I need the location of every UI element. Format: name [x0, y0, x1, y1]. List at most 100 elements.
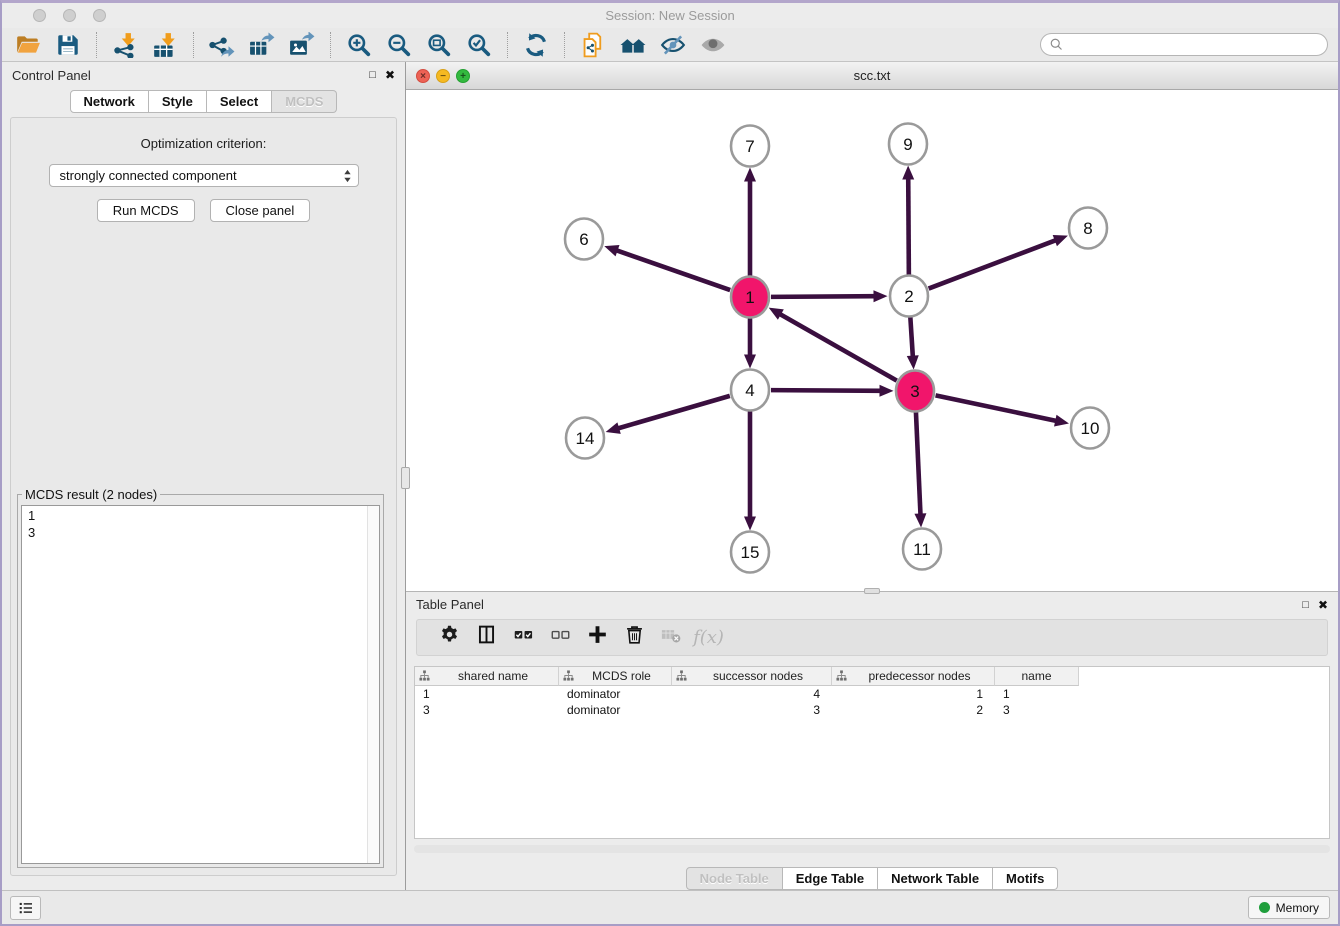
- function-builder-button: f(x): [690, 622, 727, 652]
- edge-4-14[interactable]: [618, 396, 730, 429]
- tab-style[interactable]: Style: [149, 90, 207, 113]
- task-history-button[interactable]: [10, 896, 41, 920]
- show-details-icon: [700, 32, 726, 58]
- column-header-predecessor-nodes[interactable]: predecessor nodes: [832, 667, 995, 686]
- add-row-button[interactable]: [579, 622, 616, 652]
- window-title: Session: New Session: [2, 8, 1338, 23]
- horizontal-splitter-grip[interactable]: [864, 588, 880, 594]
- copy-network-button[interactable]: [573, 30, 613, 60]
- tab-network-table[interactable]: Network Table: [878, 867, 993, 890]
- save-session-button[interactable]: [48, 30, 88, 60]
- edge-1-6[interactable]: [616, 250, 730, 290]
- column-type-icon: [676, 670, 687, 681]
- table-hscrollbar[interactable]: [414, 845, 1330, 853]
- node-7[interactable]: 7: [731, 126, 769, 167]
- column-header-shared-name[interactable]: shared name: [415, 667, 559, 686]
- mcds-result-group: MCDS result (2 nodes) 1 3: [17, 487, 384, 868]
- tab-motifs[interactable]: Motifs: [993, 867, 1058, 890]
- open-file-button[interactable]: [8, 30, 48, 60]
- result-scrollbar[interactable]: [367, 506, 379, 863]
- import-table-button[interactable]: [145, 30, 185, 60]
- network-titlebar: × − + scc.txt: [406, 62, 1338, 90]
- refresh-layout-icon: [523, 32, 549, 58]
- edge-2-8[interactable]: [929, 240, 1057, 288]
- tab-node-table[interactable]: Node Table: [686, 867, 783, 890]
- export-image-icon: [289, 32, 315, 58]
- tab-mcds[interactable]: MCDS: [272, 90, 337, 113]
- network-canvas[interactable]: 7 9 6 8 1 2 4 3 14 10 15 11: [406, 90, 1338, 591]
- column-header-successor-nodes[interactable]: successor nodes: [672, 667, 832, 686]
- refresh-layout-button[interactable]: [516, 30, 556, 60]
- tab-select[interactable]: Select: [207, 90, 272, 113]
- table-row[interactable]: 3dominator323: [415, 702, 1329, 718]
- split-columns-icon: [476, 624, 497, 650]
- node-11[interactable]: 11: [903, 529, 941, 570]
- table-cell: 4: [672, 687, 832, 701]
- node-2[interactable]: 2: [890, 276, 928, 317]
- node-label: 11: [913, 540, 931, 559]
- show-details-button[interactable]: [693, 30, 733, 60]
- node-1[interactable]: 1: [731, 277, 769, 318]
- zoom-fit-button[interactable]: [419, 30, 459, 60]
- memory-button[interactable]: Memory: [1248, 896, 1330, 919]
- run-mcds-button[interactable]: Run MCDS: [97, 199, 195, 222]
- delete-row-button[interactable]: [616, 622, 653, 652]
- node-14[interactable]: 14: [566, 418, 604, 459]
- table-cell: 3: [415, 703, 559, 717]
- node-10[interactable]: 10: [1071, 408, 1109, 449]
- select-all-button[interactable]: [505, 622, 542, 652]
- close-panel-icon[interactable]: ✖: [385, 68, 395, 82]
- window-close-button[interactable]: [33, 9, 46, 22]
- node-label: 2: [904, 287, 913, 306]
- tab-edge-table[interactable]: Edge Table: [783, 867, 878, 890]
- close-panel-button[interactable]: Close panel: [210, 199, 311, 222]
- node-6[interactable]: 6: [565, 219, 603, 260]
- float-panel-icon[interactable]: □: [369, 69, 376, 81]
- export-image-button[interactable]: [282, 30, 322, 60]
- edge-2-3[interactable]: [910, 317, 913, 357]
- node-9[interactable]: 9: [889, 124, 927, 165]
- criterion-select[interactable]: strongly connected component: [49, 164, 359, 187]
- search-box[interactable]: [1040, 33, 1328, 56]
- edge-4-3[interactable]: [771, 390, 881, 391]
- search-input[interactable]: [1068, 38, 1319, 52]
- export-network-button[interactable]: [202, 30, 242, 60]
- settings-gear-button[interactable]: [431, 622, 468, 652]
- edge-3-11[interactable]: [916, 412, 921, 515]
- edge-1-2[interactable]: [771, 296, 875, 297]
- network-close-button[interactable]: ×: [416, 69, 430, 83]
- table-row[interactable]: 1dominator411: [415, 686, 1329, 702]
- zoom-out-button[interactable]: [379, 30, 419, 60]
- node-4[interactable]: 4: [731, 370, 769, 411]
- split-columns-button[interactable]: [468, 622, 505, 652]
- mcds-result-text[interactable]: 1 3: [21, 505, 380, 864]
- control-panel: Control Panel □ ✖ NetworkStyleSelectMCDS…: [2, 62, 406, 890]
- import-network-button[interactable]: [105, 30, 145, 60]
- close-table-panel-icon[interactable]: ✖: [1318, 598, 1328, 612]
- window-minimize-button[interactable]: [63, 9, 76, 22]
- hide-details-button[interactable]: [653, 30, 693, 60]
- zoom-in-button[interactable]: [339, 30, 379, 60]
- window-zoom-button[interactable]: [93, 9, 106, 22]
- column-header-name[interactable]: name: [995, 667, 1079, 686]
- panel-splitter-grip[interactable]: [401, 467, 410, 489]
- deselect-all-button[interactable]: [542, 622, 579, 652]
- tab-network[interactable]: Network: [70, 90, 149, 113]
- edge-2-9[interactable]: [908, 178, 909, 275]
- edge-3-10[interactable]: [936, 395, 1057, 421]
- node-label: 8: [1083, 219, 1092, 238]
- table-tabs: Node TableEdge TableNetwork TableMotifs: [406, 867, 1338, 890]
- export-table-button[interactable]: [242, 30, 282, 60]
- column-header-mcds-role[interactable]: MCDS role: [559, 667, 672, 686]
- node-3[interactable]: 3: [896, 371, 934, 412]
- node-8[interactable]: 8: [1069, 208, 1107, 249]
- toolbar-group: [202, 30, 322, 60]
- edge-3-1[interactable]: [780, 314, 897, 381]
- network-minimize-button[interactable]: −: [436, 69, 450, 83]
- export-network-icon: [209, 32, 235, 58]
- home-view-button[interactable]: [613, 30, 653, 60]
- float-table-panel-icon[interactable]: □: [1302, 599, 1309, 611]
- network-maximize-button[interactable]: +: [456, 69, 470, 83]
- node-15[interactable]: 15: [731, 532, 769, 573]
- zoom-selected-button[interactable]: [459, 30, 499, 60]
